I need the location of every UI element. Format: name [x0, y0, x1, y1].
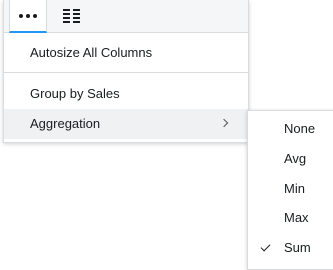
menu-item-label: Aggregation — [30, 116, 101, 131]
aggregation-submenu: None Avg Min Max Sum — [247, 110, 333, 270]
menu-item-group-by-sales[interactable]: Group by Sales — [4, 79, 248, 109]
columns-icon — [63, 8, 80, 23]
column-menu: Autosize All Columns Group by Sales Aggr… — [3, 0, 249, 143]
aggregation-option-sum[interactable]: Sum — [248, 233, 333, 263]
aggregation-option-max[interactable]: Max — [248, 203, 333, 233]
option-label: Min — [284, 181, 305, 196]
aggregation-option-avg[interactable]: Avg — [248, 144, 333, 174]
menu-item-autosize-all-columns[interactable]: Autosize All Columns — [4, 38, 248, 68]
aggregation-option-min[interactable]: Min — [248, 174, 333, 204]
menu-separator — [4, 72, 248, 73]
menu-item-aggregation[interactable]: Aggregation — [4, 109, 248, 139]
option-label: Max — [284, 210, 309, 225]
chevron-right-icon — [219, 118, 229, 128]
checkmark-icon — [260, 241, 271, 252]
option-label: Avg — [284, 151, 307, 166]
option-label: None — [284, 121, 316, 136]
tab-general[interactable] — [9, 0, 47, 33]
more-horizontal-icon — [19, 13, 37, 18]
aggregation-option-none[interactable]: None — [248, 114, 333, 144]
option-label: Sum — [284, 240, 311, 255]
menu-tab-bar — [4, 0, 248, 33]
menu-item-label: Group by Sales — [30, 86, 120, 101]
tab-columns[interactable] — [51, 0, 93, 33]
menu-item-label: Autosize All Columns — [30, 45, 153, 60]
